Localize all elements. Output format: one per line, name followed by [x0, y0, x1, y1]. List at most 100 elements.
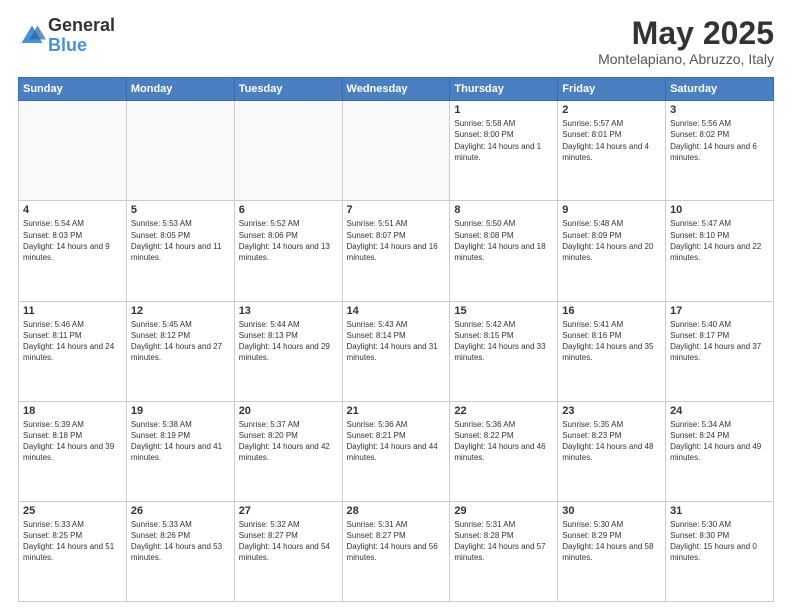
- day-info: Sunrise: 5:45 AM Sunset: 8:12 PM Dayligh…: [131, 319, 230, 364]
- day-header-saturday: Saturday: [666, 78, 774, 101]
- day-info: Sunrise: 5:33 AM Sunset: 8:25 PM Dayligh…: [23, 519, 122, 564]
- day-number: 15: [454, 305, 553, 317]
- day-info: Sunrise: 5:58 AM Sunset: 8:00 PM Dayligh…: [454, 118, 553, 163]
- day-info: Sunrise: 5:36 AM Sunset: 8:22 PM Dayligh…: [454, 419, 553, 464]
- calendar-cell: 24 Sunrise: 5:34 AM Sunset: 8:24 PM Dayli…: [666, 401, 774, 501]
- calendar-cell: 23Sunrise: 5:35 AM Sunset: 8:23 PM Dayli…: [558, 401, 666, 501]
- calendar-cell: 4Sunrise: 5:54 AM Sunset: 8:03 PM Daylig…: [19, 201, 127, 301]
- day-number: 7: [347, 204, 446, 216]
- day-number: 24: [670, 405, 769, 417]
- calendar-cell: 21 Sunrise: 5:36 AM Sunset: 8:21 PM Dayli…: [342, 401, 450, 501]
- title-block: May 2025 Montelapiano, Abruzzo, Italy: [598, 16, 774, 67]
- day-info: Sunrise: 5:30 AM Sunset: 8:29 PM Dayligh…: [562, 519, 661, 564]
- day-info: Sunrise: 5:46 AM Sunset: 8:11 PM Dayligh…: [23, 319, 122, 364]
- day-info: Sunrise: 5:35 AM Sunset: 8:23 PM Dayligh…: [562, 419, 661, 464]
- day-info: Sunrise: 5:37 AM Sunset: 8:20 PM Dayligh…: [239, 419, 338, 464]
- logo-text: General Blue: [48, 16, 115, 56]
- calendar-cell: 29Sunrise: 5:31 AM Sunset: 8:28 PM Dayli…: [450, 501, 558, 601]
- calendar-cell: 10 Sunrise: 5:47 AM Sunset: 8:10 PM Dayli…: [666, 201, 774, 301]
- calendar-cell: 3Sunrise: 5:56 AM Sunset: 8:02 PM Daylig…: [666, 101, 774, 201]
- calendar-cell: 16 Sunrise: 5:41 AM Sunset: 8:16 PM Dayli…: [558, 301, 666, 401]
- calendar-cell: 2Sunrise: 5:57 AM Sunset: 8:01 PM Daylig…: [558, 101, 666, 201]
- calendar-cell: 12Sunrise: 5:45 AM Sunset: 8:12 PM Dayli…: [126, 301, 234, 401]
- day-info: Sunrise: 5:44 AM Sunset: 8:13 PM Dayligh…: [239, 319, 338, 364]
- calendar-cell: 6Sunrise: 5:52 AM Sunset: 8:06 PM Daylig…: [234, 201, 342, 301]
- calendar-cell: 8 Sunrise: 5:50 AM Sunset: 8:08 PM Daylig…: [450, 201, 558, 301]
- day-number: 26: [131, 505, 230, 517]
- day-number: 17: [670, 305, 769, 317]
- day-info: Sunrise: 5:53 AM Sunset: 8:05 PM Dayligh…: [131, 218, 230, 263]
- logo-general: General: [48, 16, 115, 36]
- day-info: Sunrise: 5:41 AM Sunset: 8:16 PM Dayligh…: [562, 319, 661, 364]
- week-row-1: 4Sunrise: 5:54 AM Sunset: 8:03 PM Daylig…: [19, 201, 774, 301]
- day-info: Sunrise: 5:40 AM Sunset: 8:17 PM Dayligh…: [670, 319, 769, 364]
- day-info: Sunrise: 5:33 AM Sunset: 8:26 PM Dayligh…: [131, 519, 230, 564]
- day-header-thursday: Thursday: [450, 78, 558, 101]
- day-info: Sunrise: 5:38 AM Sunset: 8:19 PM Dayligh…: [131, 419, 230, 464]
- day-number: 21: [347, 405, 446, 417]
- calendar-cell: 19 Sunrise: 5:38 AM Sunset: 8:19 PM Dayli…: [126, 401, 234, 501]
- calendar-cell: 14 Sunrise: 5:43 AM Sunset: 8:14 PM Dayli…: [342, 301, 450, 401]
- logo-blue: Blue: [48, 36, 115, 56]
- day-number: 18: [23, 405, 122, 417]
- day-number: 31: [670, 505, 769, 517]
- day-number: 9: [562, 204, 661, 216]
- day-header-monday: Monday: [126, 78, 234, 101]
- day-number: 3: [670, 104, 769, 116]
- logo: General Blue: [18, 16, 115, 56]
- day-info: Sunrise: 5:32 AM Sunset: 8:27 PM Dayligh…: [239, 519, 338, 564]
- day-number: 25: [23, 505, 122, 517]
- header: General Blue May 2025 Montelapiano, Abru…: [18, 16, 774, 67]
- logo-icon: [18, 22, 46, 50]
- day-info: Sunrise: 5:43 AM Sunset: 8:14 PM Dayligh…: [347, 319, 446, 364]
- calendar-cell: 22 Sunrise: 5:36 AM Sunset: 8:22 PM Dayli…: [450, 401, 558, 501]
- day-info: Sunrise: 5:50 AM Sunset: 8:08 PM Dayligh…: [454, 218, 553, 263]
- day-number: 14: [347, 305, 446, 317]
- calendar-cell: 31Sunrise: 5:30 AM Sunset: 8:30 PM Dayli…: [666, 501, 774, 601]
- calendar-cell: 5 Sunrise: 5:53 AM Sunset: 8:05 PM Daylig…: [126, 201, 234, 301]
- day-info: Sunrise: 5:47 AM Sunset: 8:10 PM Dayligh…: [670, 218, 769, 263]
- day-number: 11: [23, 305, 122, 317]
- header-row: SundayMondayTuesdayWednesdayThursdayFrid…: [19, 78, 774, 101]
- day-number: 8: [454, 204, 553, 216]
- week-row-2: 11 Sunrise: 5:46 AM Sunset: 8:11 PM Dayli…: [19, 301, 774, 401]
- calendar: SundayMondayTuesdayWednesdayThursdayFrid…: [18, 77, 774, 602]
- calendar-cell: 13 Sunrise: 5:44 AM Sunset: 8:13 PM Dayli…: [234, 301, 342, 401]
- calendar-cell: 17 Sunrise: 5:40 AM Sunset: 8:17 PM Dayli…: [666, 301, 774, 401]
- day-info: Sunrise: 5:31 AM Sunset: 8:27 PM Dayligh…: [347, 519, 446, 564]
- calendar-cell: [19, 101, 127, 201]
- location-title: Montelapiano, Abruzzo, Italy: [598, 51, 774, 67]
- day-info: Sunrise: 5:42 AM Sunset: 8:15 PM Dayligh…: [454, 319, 553, 364]
- calendar-cell: 9Sunrise: 5:48 AM Sunset: 8:09 PM Daylig…: [558, 201, 666, 301]
- day-number: 13: [239, 305, 338, 317]
- calendar-cell: 11 Sunrise: 5:46 AM Sunset: 8:11 PM Dayli…: [19, 301, 127, 401]
- day-info: Sunrise: 5:39 AM Sunset: 8:18 PM Dayligh…: [23, 419, 122, 464]
- month-title: May 2025: [598, 16, 774, 51]
- day-number: 30: [562, 505, 661, 517]
- day-number: 1: [454, 104, 553, 116]
- day-number: 19: [131, 405, 230, 417]
- day-number: 22: [454, 405, 553, 417]
- week-row-0: 1 Sunrise: 5:58 AM Sunset: 8:00 PM Daylig…: [19, 101, 774, 201]
- day-number: 6: [239, 204, 338, 216]
- week-row-3: 18 Sunrise: 5:39 AM Sunset: 8:18 PM Dayli…: [19, 401, 774, 501]
- calendar-cell: 15 Sunrise: 5:42 AM Sunset: 8:15 PM Dayli…: [450, 301, 558, 401]
- calendar-cell: [342, 101, 450, 201]
- day-number: 29: [454, 505, 553, 517]
- calendar-cell: 28 Sunrise: 5:31 AM Sunset: 8:27 PM Dayli…: [342, 501, 450, 601]
- day-info: Sunrise: 5:36 AM Sunset: 8:21 PM Dayligh…: [347, 419, 446, 464]
- day-number: 20: [239, 405, 338, 417]
- calendar-cell: 27 Sunrise: 5:32 AM Sunset: 8:27 PM Dayli…: [234, 501, 342, 601]
- page: General Blue May 2025 Montelapiano, Abru…: [0, 0, 792, 612]
- day-number: 16: [562, 305, 661, 317]
- day-number: 2: [562, 104, 661, 116]
- day-number: 27: [239, 505, 338, 517]
- day-info: Sunrise: 5:51 AM Sunset: 8:07 PM Dayligh…: [347, 218, 446, 263]
- calendar-cell: 20 Sunrise: 5:37 AM Sunset: 8:20 PM Dayli…: [234, 401, 342, 501]
- day-number: 5: [131, 204, 230, 216]
- day-number: 28: [347, 505, 446, 517]
- day-number: 10: [670, 204, 769, 216]
- day-info: Sunrise: 5:34 AM Sunset: 8:24 PM Dayligh…: [670, 419, 769, 464]
- calendar-cell: 26 Sunrise: 5:33 AM Sunset: 8:26 PM Dayli…: [126, 501, 234, 601]
- day-header-friday: Friday: [558, 78, 666, 101]
